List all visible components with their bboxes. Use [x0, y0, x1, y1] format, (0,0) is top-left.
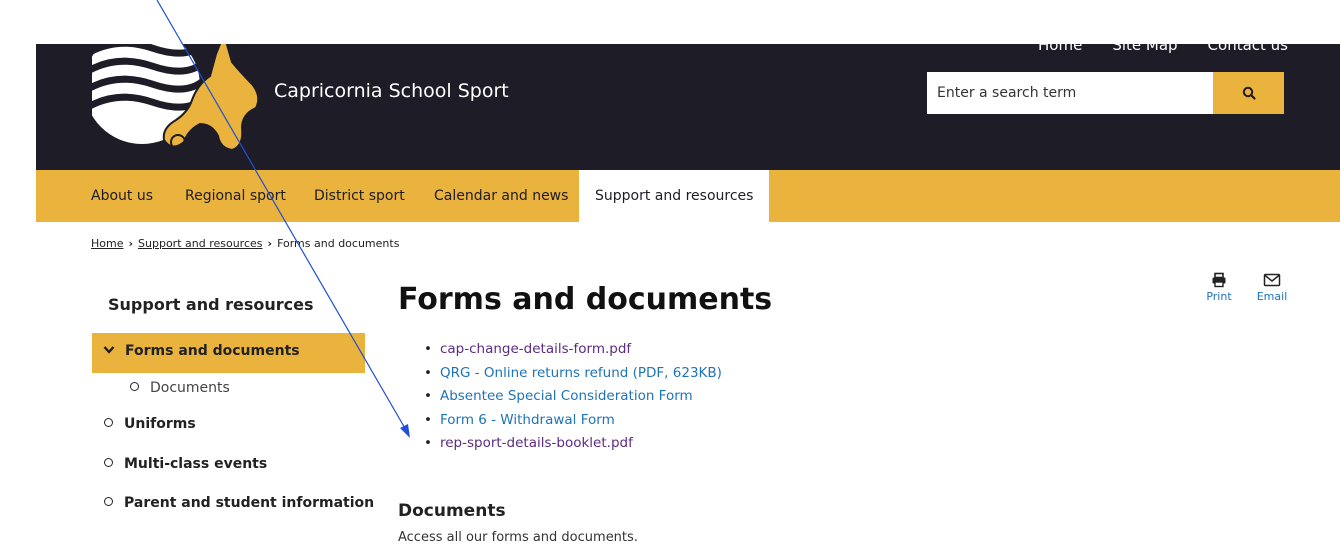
breadcrumb: Home › Support and resources › Forms and doc…	[91, 237, 399, 250]
sidebar-item-label: Multi-class events	[124, 456, 268, 472]
bullet-icon: •	[424, 388, 432, 404]
site-header: Capricornia School Sport Home Site Map C…	[36, 44, 1340, 170]
search-bar	[927, 72, 1284, 114]
top-link-home[interactable]: Home	[1038, 44, 1082, 54]
document-link[interactable]: rep-sport-details-booklet.pdf	[440, 435, 633, 451]
bullet-icon: •	[424, 435, 432, 451]
document-list: • cap-change-details-form.pdf • QRG - Onli…	[424, 339, 722, 457]
sidebar-item-label: Parent and student information	[124, 495, 375, 511]
circle-icon	[104, 458, 113, 467]
top-links: Home Site Map Contact us	[1038, 44, 1288, 54]
capricornia-logo[interactable]	[92, 44, 272, 170]
sidebar-item-forms-and-documents-label[interactable]: Forms and documents	[103, 343, 300, 359]
section-title: Documents	[398, 501, 506, 521]
search-input[interactable]	[927, 72, 1213, 114]
section-description: Access all our forms and documents.	[398, 530, 638, 545]
nav-item-calendar-and-news[interactable]: Calendar and news	[434, 170, 568, 222]
envelope-icon	[1263, 273, 1281, 287]
sidebar-subitem-documents[interactable]: Documents	[130, 380, 230, 396]
nav-item-about-us[interactable]: About us	[91, 170, 153, 222]
nav-item-support-and-resources[interactable]: Support and resources	[579, 170, 770, 222]
top-link-contact-us[interactable]: Contact us	[1208, 44, 1288, 54]
print-label: Print	[1206, 290, 1232, 303]
breadcrumb-current: Forms and documents	[277, 237, 400, 250]
page-title: Forms and documents	[398, 282, 773, 317]
sidebar-item-uniforms[interactable]: Uniforms	[104, 416, 196, 432]
breadcrumb-home[interactable]: Home	[91, 237, 123, 250]
list-item: • rep-sport-details-booklet.pdf	[424, 433, 722, 457]
document-link[interactable]: Form 6 - Withdrawal Form	[440, 412, 615, 428]
breadcrumb-support-and-resources[interactable]: Support and resources	[138, 237, 262, 250]
document-link[interactable]: QRG - Online returns refund (PDF, 623KB)	[440, 365, 722, 381]
top-link-site-map[interactable]: Site Map	[1112, 44, 1177, 54]
sidebar-item-label: Forms and documents	[125, 343, 300, 359]
sidebar-item-label: Documents	[150, 380, 230, 396]
list-item: • Form 6 - Withdrawal Form	[424, 410, 722, 434]
main-nav: About us Regional sport District sport C…	[36, 170, 1340, 222]
email-label: Email	[1256, 290, 1288, 303]
bullet-icon: •	[424, 341, 432, 357]
search-button[interactable]	[1213, 72, 1284, 114]
printer-icon	[1212, 272, 1226, 288]
sidebar-item-parent-and-student-information[interactable]: Parent and student information	[104, 495, 374, 511]
breadcrumb-chevron-icon: ›	[267, 237, 273, 250]
sidebar-item-multi-class-events[interactable]: Multi-class events	[104, 456, 267, 472]
arrow-head-icon	[400, 424, 410, 438]
list-item: • cap-change-details-form.pdf	[424, 339, 722, 363]
list-item: • QRG - Online returns refund (PDF, 623KB…	[424, 363, 722, 387]
list-item: • Absentee Special Consideration Form	[424, 386, 722, 410]
document-link[interactable]: cap-change-details-form.pdf	[440, 341, 631, 357]
document-link[interactable]: Absentee Special Consideration Form	[440, 388, 693, 404]
nav-item-district-sport[interactable]: District sport	[314, 170, 405, 222]
breadcrumb-chevron-icon: ›	[128, 237, 134, 250]
circle-icon	[130, 382, 139, 391]
site-title[interactable]: Capricornia School Sport	[274, 80, 509, 102]
circle-icon	[104, 418, 113, 427]
print-button[interactable]: Print	[1199, 272, 1239, 303]
circle-icon	[104, 497, 113, 506]
chevron-down-icon	[103, 346, 115, 354]
bullet-icon: •	[424, 411, 432, 428]
search-icon	[1242, 86, 1256, 100]
sidebar-item-label: Uniforms	[124, 416, 196, 432]
sidebar-title: Support and resources	[108, 295, 314, 314]
nav-item-regional-sport[interactable]: Regional sport	[185, 170, 286, 222]
email-button[interactable]: Email	[1252, 272, 1292, 303]
bullet-icon: •	[424, 364, 432, 381]
